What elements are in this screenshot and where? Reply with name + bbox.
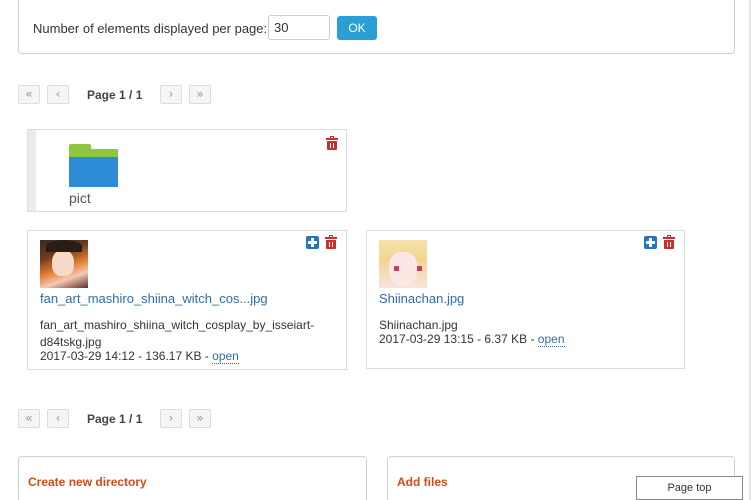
open-file-link[interactable]: open	[537, 332, 565, 347]
delete-file-trash-icon[interactable]	[325, 235, 337, 249]
first-page-button[interactable]: «	[18, 85, 40, 104]
file-card: Shiinachan.jpg Shiinachan.jpg 2017-03-29…	[366, 230, 685, 369]
file-thumbnail[interactable]	[40, 240, 88, 288]
page-indicator: Page 1 / 1	[87, 412, 143, 426]
file-link[interactable]: Shiinachan.jpg	[379, 291, 464, 306]
add-plus-icon[interactable]	[306, 236, 319, 249]
open-file-link[interactable]: open	[212, 349, 239, 364]
file-card: fan_art_mashiro_shiina_witch_cos...jpg f…	[27, 230, 347, 370]
add-plus-icon[interactable]	[644, 236, 657, 249]
file-meta: 2017-03-29 13:15 - 6.37 KB - open	[379, 332, 565, 347]
display-settings-panel: Number of elements displayed per page: O…	[18, 0, 735, 54]
folder-card[interactable]: pict	[27, 129, 347, 212]
last-page-button[interactable]: »	[189, 409, 211, 428]
previous-page-button[interactable]: ‹	[47, 409, 69, 428]
file-thumbnail[interactable]	[379, 240, 427, 288]
pagination-top: « ‹ Page 1 / 1 › »	[18, 85, 278, 105]
create-directory-title: Create new directory	[28, 475, 147, 489]
previous-page-button[interactable]: ‹	[47, 85, 69, 104]
page-indicator: Page 1 / 1	[87, 88, 143, 102]
folder-name[interactable]: pict	[69, 190, 91, 206]
file-date: 2017-03-29 13:15	[379, 332, 474, 346]
page-top-button[interactable]: Page top	[636, 476, 743, 500]
delete-folder-trash-icon[interactable]	[326, 136, 338, 150]
folder-card-accent-bar	[28, 130, 36, 211]
file-full-name: fan_art_mashiro_shiina_witch_cosplay_by_…	[40, 318, 315, 349]
per-page-input[interactable]	[268, 15, 330, 40]
delete-file-trash-icon[interactable]	[663, 235, 675, 249]
next-page-button[interactable]: ›	[160, 409, 182, 428]
pagination-bottom: « ‹ Page 1 / 1 › »	[18, 409, 278, 429]
per-page-label: Number of elements displayed per page:	[33, 21, 268, 36]
last-page-button[interactable]: »	[189, 85, 211, 104]
folder-icon[interactable]	[69, 144, 118, 187]
first-page-button[interactable]: «	[18, 409, 40, 428]
create-directory-panel: Create new directory	[18, 456, 367, 500]
add-files-title: Add files	[397, 475, 448, 489]
file-size: 6.37 KB	[484, 332, 528, 346]
file-link[interactable]: fan_art_mashiro_shiina_witch_cos...jpg	[40, 291, 268, 306]
next-page-button[interactable]: ›	[160, 85, 182, 104]
file-date: 2017-03-29 14:12	[40, 349, 135, 363]
ok-button[interactable]: OK	[337, 16, 377, 40]
file-meta: 2017-03-29 14:12 - 136.17 KB - open	[40, 349, 239, 364]
file-size: 136.17 KB	[145, 349, 202, 363]
